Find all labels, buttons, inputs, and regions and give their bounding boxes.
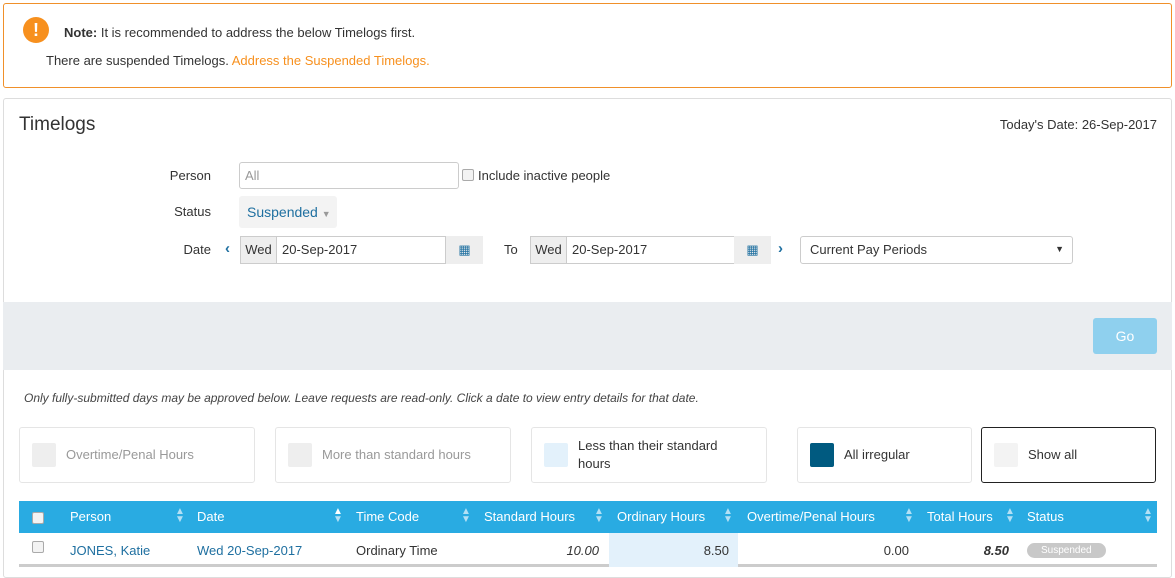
info-text: Only fully-submitted days may be approve… bbox=[24, 391, 699, 405]
table-row: JONES, Katie Wed 20-Sep-2017 Ordinary Ti… bbox=[19, 533, 1157, 567]
to-date-input[interactable]: 20-Sep-2017 bbox=[566, 236, 736, 264]
swatch bbox=[810, 443, 834, 467]
caret-down-icon: ▼ bbox=[321, 209, 331, 219]
alert-message: There are suspended Timelogs. Address th… bbox=[46, 53, 430, 68]
alert-banner: ! Note: It is recommended to address the… bbox=[3, 3, 1172, 88]
exclamation-icon: ! bbox=[23, 17, 49, 43]
include-inactive-label: Include inactive people bbox=[478, 168, 611, 183]
todays-date: Today's Date: 26-Sep-2017 bbox=[999, 117, 1157, 132]
from-date-input[interactable]: 20-Sep-2017 bbox=[276, 236, 446, 264]
to-label: To bbox=[504, 242, 518, 257]
calendar-icon[interactable]: ▦ bbox=[734, 236, 771, 264]
standard-hours: 10.00 bbox=[566, 543, 599, 558]
status-dropdown[interactable]: Suspended ▼ bbox=[239, 196, 337, 228]
go-button[interactable]: Go bbox=[1093, 318, 1157, 354]
sort-icon[interactable]: ▲ ▼ bbox=[904, 507, 914, 525]
time-code: Ordinary Time bbox=[356, 543, 438, 558]
legend-overtime[interactable]: Overtime/Penal Hours bbox=[19, 427, 255, 483]
table-header: Person ▲ ▼ Date ▲ ▼ Time Code ▲ ▼ Standard Hou… bbox=[19, 501, 1157, 533]
swatch bbox=[288, 443, 312, 467]
previous-date-chevron-icon[interactable]: ‹ bbox=[225, 240, 230, 257]
col-time-code[interactable]: Time Code bbox=[356, 509, 419, 524]
calendar-icon[interactable]: ▦ bbox=[446, 236, 483, 264]
action-band bbox=[3, 302, 1172, 370]
swatch bbox=[994, 443, 1018, 467]
from-day: Wed bbox=[240, 236, 277, 264]
caret-down-icon: ▼ bbox=[1055, 244, 1064, 254]
swatch bbox=[544, 443, 568, 467]
page-title: Timelogs bbox=[19, 114, 96, 135]
person-input[interactable]: All bbox=[239, 162, 459, 189]
col-total-hours[interactable]: Total Hours bbox=[927, 509, 993, 524]
sort-icon[interactable]: ▲ ▼ bbox=[461, 507, 471, 525]
to-day: Wed bbox=[530, 236, 567, 264]
legend-all-irregular[interactable]: All irregular bbox=[797, 427, 972, 483]
status-badge: Suspended bbox=[1027, 543, 1106, 558]
person-link[interactable]: JONES, Katie bbox=[70, 543, 150, 558]
sort-icon[interactable]: ▲ ▼ bbox=[594, 507, 604, 525]
total-hours: 8.50 bbox=[983, 543, 1009, 558]
legend-less-than-standard[interactable]: Less than their standard hours bbox=[531, 427, 767, 483]
status-label: Status bbox=[174, 204, 211, 219]
sort-icon[interactable]: ▲ ▼ bbox=[175, 507, 185, 525]
person-label: Person bbox=[169, 168, 211, 183]
date-link[interactable]: Wed 20-Sep-2017 bbox=[197, 543, 302, 558]
date-label: Date bbox=[183, 242, 211, 257]
ordinary-hours: 8.50 bbox=[703, 543, 729, 558]
col-ordinary-hours[interactable]: Ordinary Hours bbox=[617, 509, 705, 524]
row-checkbox[interactable] bbox=[32, 541, 44, 553]
swatch bbox=[32, 443, 56, 467]
legend-show-all[interactable]: Show all bbox=[981, 427, 1156, 483]
col-overtime-hours[interactable]: Overtime/Penal Hours bbox=[747, 509, 875, 524]
col-standard-hours[interactable]: Standard Hours bbox=[484, 509, 575, 524]
select-all-checkbox[interactable] bbox=[32, 512, 44, 524]
next-date-chevron-icon[interactable]: › bbox=[778, 240, 783, 257]
sort-icon[interactable]: ▲ ▼ bbox=[1143, 507, 1153, 525]
alert-note: Note: It is recommended to address the b… bbox=[64, 25, 416, 40]
address-suspended-link[interactable]: Address the Suspended Timelogs. bbox=[232, 53, 430, 68]
sort-icon[interactable]: ▲ ▼ bbox=[333, 507, 343, 525]
col-person[interactable]: Person bbox=[70, 509, 111, 524]
legend-more-than-standard[interactable]: More than standard hours bbox=[275, 427, 511, 483]
col-status[interactable]: Status bbox=[1027, 509, 1064, 524]
sort-icon[interactable]: ▲ ▼ bbox=[1005, 507, 1015, 525]
pay-period-select[interactable]: Current Pay Periods ▼ bbox=[800, 236, 1073, 264]
col-date[interactable]: Date bbox=[197, 509, 224, 524]
sort-icon[interactable]: ▲ ▼ bbox=[723, 507, 733, 525]
include-inactive-checkbox[interactable] bbox=[462, 169, 474, 181]
overtime-hours: 0.00 bbox=[883, 543, 909, 558]
